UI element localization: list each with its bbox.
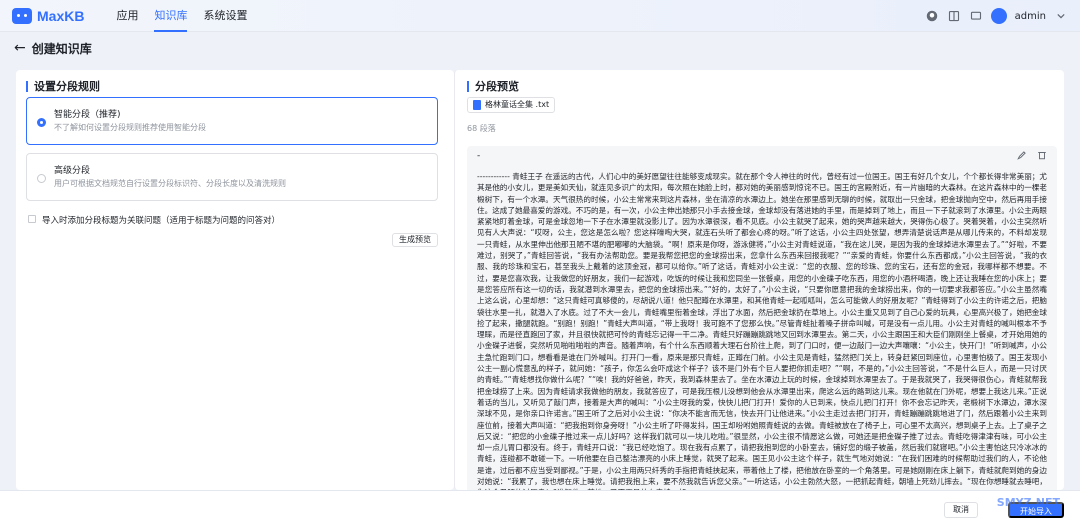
option-description: 用户可根据文档规范自行设置分段标识符、分段长度以及清洗规则: [54, 179, 286, 188]
segment-content: ------------ 青蛙王子 在遥远的古代，人们心中的美好愿望往往能够变成…: [477, 172, 1047, 490]
option-smart-segment[interactable]: 智能分段（推荐) 不了解如何设置分段规则推荐使用智能分段: [26, 97, 438, 145]
nav-item-settings[interactable]: 系统设置: [195, 0, 255, 32]
delete-icon[interactable]: [1037, 150, 1047, 163]
section-title-rules: 设置分段规则: [26, 78, 100, 94]
segment-card: - ------------ 青蛙王子 在遥远的古代，人们心中的美好愿望往往能够…: [467, 146, 1057, 490]
back-arrow-icon[interactable]: ←: [14, 40, 26, 56]
segment-title: -: [477, 151, 481, 161]
add-title-question-checkbox[interactable]: [28, 215, 36, 223]
chat-icon[interactable]: [969, 9, 983, 23]
segment-count: 68 段落: [467, 124, 496, 133]
top-navigation-bar: MaxKB 应用 知识库 系统设置 admin: [0, 0, 1080, 32]
option-advanced-segment[interactable]: 高级分段 用户可根据文档规范自行设置分段标识符、分段长度以及清洗规则: [26, 153, 438, 201]
logo-text: MaxKB: [37, 7, 85, 24]
cancel-button[interactable]: 取消: [944, 502, 978, 518]
page-header: ← 创建知识库: [0, 32, 1080, 64]
user-avatar[interactable]: [990, 8, 1007, 24]
radio-smart-segment[interactable]: [37, 118, 46, 127]
main-nav: 应用 知识库 系统设置: [108, 0, 255, 32]
checkbox-label[interactable]: 导入时添加分段标题为关联问题（适用于标题为问题的问答对）: [42, 214, 280, 226]
generate-preview-button[interactable]: 生成预览: [392, 233, 438, 247]
option-description: 不了解如何设置分段规则推荐使用智能分段: [54, 123, 206, 132]
segment-rules-panel: 设置分段规则 智能分段（推荐) 不了解如何设置分段规则推荐使用智能分段 高级分段…: [16, 70, 454, 490]
edit-icon[interactable]: [1017, 150, 1027, 163]
watermark: SMYZ.NET: [996, 496, 1060, 509]
file-tab[interactable]: 格林童话全集 .txt: [467, 97, 556, 113]
page-title: 创建知识库: [31, 41, 92, 56]
option-title: 高级分段: [54, 166, 91, 176]
file-icon: [473, 100, 481, 110]
file-name: 格林童话全集 .txt: [485, 100, 550, 109]
segment-tools: [1017, 150, 1047, 163]
logo[interactable]: MaxKB: [12, 7, 85, 24]
segment-preview-panel: 分段预览 格林童话全集 .txt 68 段落 - ------------ 青蛙…: [454, 70, 1064, 490]
logo-icon: [12, 7, 32, 24]
section-title-preview: 分段预览: [467, 78, 519, 94]
chevron-down-icon[interactable]: [1054, 9, 1068, 23]
nav-item-apps[interactable]: 应用: [108, 0, 146, 32]
option-title: 智能分段（推荐): [54, 110, 121, 120]
book-icon[interactable]: [947, 9, 961, 23]
header-actions: admin: [925, 0, 1068, 32]
nav-item-knowledge[interactable]: 知识库: [146, 0, 195, 32]
radio-advanced-segment[interactable]: [37, 174, 46, 183]
username[interactable]: admin: [1015, 11, 1046, 22]
github-icon[interactable]: [925, 9, 939, 23]
footer-bar: 取消 开始导入: [0, 490, 1080, 526]
